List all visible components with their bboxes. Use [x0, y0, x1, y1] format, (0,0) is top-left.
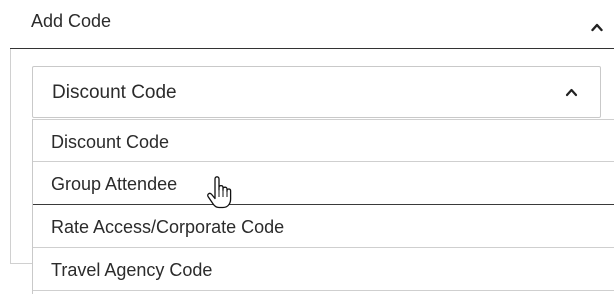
code-type-select[interactable]: Discount Code: [32, 66, 601, 118]
option-label: Rate Access/Corporate Code: [51, 217, 285, 237]
add-code-section-header[interactable]: Add Code: [10, 0, 614, 49]
option-discount-code[interactable]: Discount Code: [33, 119, 614, 162]
option-label: Travel Agency Code: [51, 260, 213, 280]
option-label: Discount Code: [51, 132, 170, 152]
select-value: Discount Code: [52, 82, 177, 103]
hand-pointer-icon: [207, 176, 232, 209]
option-label: Group Attendee: [51, 174, 178, 194]
option-rate-access-corporate-code[interactable]: Rate Access/Corporate Code: [33, 205, 614, 248]
option-group-attendee[interactable]: Group Attendee: [33, 162, 614, 205]
section-title: Add Code: [31, 11, 112, 31]
chevron-up-icon[interactable]: [565, 87, 578, 97]
chevron-up-icon[interactable]: [591, 22, 603, 32]
add-code-widget: Add Code Discount Code Discount Code Gro…: [0, 0, 614, 297]
code-type-options-list: Discount Code Group Attendee Rate Access…: [32, 119, 614, 294]
option-travel-agency-code[interactable]: Travel Agency Code: [33, 248, 614, 291]
